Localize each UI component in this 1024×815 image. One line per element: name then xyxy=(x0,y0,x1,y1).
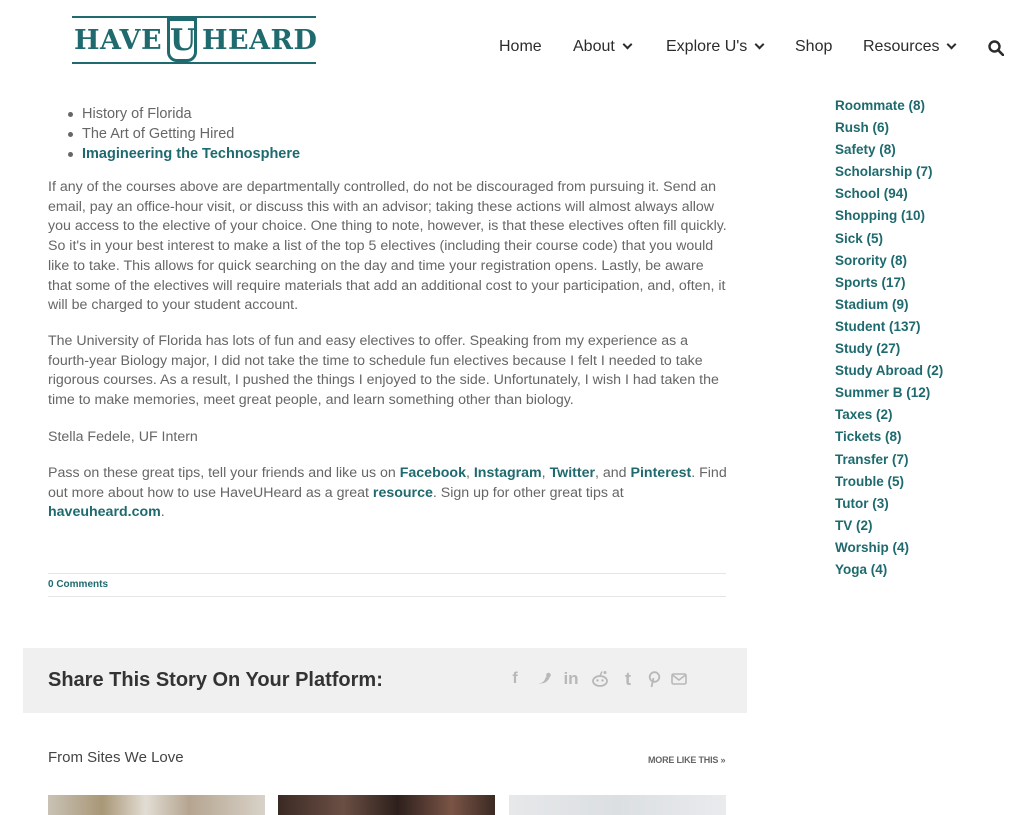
more-like-this-link[interactable]: MORE LIKE THIS » xyxy=(648,755,726,765)
comments-link[interactable]: 0 Comments xyxy=(48,579,108,590)
resource-link[interactable]: resource xyxy=(373,485,433,501)
category-link[interactable]: Worship (4) xyxy=(835,537,943,559)
pinterest-icon[interactable] xyxy=(645,670,663,688)
nav-label: Explore U's xyxy=(666,38,748,55)
category-link[interactable]: Study (27) xyxy=(835,338,943,360)
nav-item-about[interactable]: About xyxy=(573,38,633,56)
chevron-down-icon xyxy=(622,39,633,50)
category-link[interactable]: Taxes (2) xyxy=(835,404,943,426)
site-link[interactable]: haveuheard.com xyxy=(48,504,161,520)
text-span: , xyxy=(541,465,550,481)
list-item-link[interactable]: Imagineering the Technosphere xyxy=(66,144,300,164)
share-title: Share This Story On Your Platform: xyxy=(48,669,383,691)
logo-u-letter: U xyxy=(167,18,197,62)
chevron-down-icon xyxy=(947,39,957,50)
nav-item-resources[interactable]: Resources xyxy=(863,38,957,56)
category-list: Roommate (8) Rush (6) Safety (8) Scholar… xyxy=(835,95,943,581)
article-paragraph: The University of Florida has lots of fu… xyxy=(48,333,719,409)
article-paragraph: If any of the courses above are departme… xyxy=(48,179,727,314)
related-heading: From Sites We Love xyxy=(48,749,184,766)
search-icon[interactable] xyxy=(988,40,1004,56)
text-span: , xyxy=(465,465,474,481)
facebook-link[interactable]: Facebook xyxy=(400,465,466,481)
related-thumbnail[interactable] xyxy=(509,795,726,815)
nav-label: Shop xyxy=(795,38,833,55)
category-link[interactable]: Scholarship (7) xyxy=(835,161,943,183)
article-author: Stella Fedele, UF Intern xyxy=(48,429,198,445)
category-link[interactable]: Stadium (9) xyxy=(835,294,943,316)
category-link[interactable]: Sorority (8) xyxy=(835,250,943,272)
text-span: . Sign up for other great tips at xyxy=(432,484,624,501)
related-thumbnail[interactable] xyxy=(278,795,495,815)
share-box: Share This Story On Your Platform: f in … xyxy=(23,648,747,713)
related-thumbnail[interactable] xyxy=(48,795,265,815)
nav-item-explore-us[interactable]: Explore U's xyxy=(666,38,765,56)
category-link[interactable]: Sick (5) xyxy=(835,228,943,250)
nav-item-shop[interactable]: Shop xyxy=(795,38,832,56)
instagram-link[interactable]: Instagram xyxy=(474,465,542,481)
category-link[interactable]: Yoga (4) xyxy=(835,559,943,581)
text-span: Pass on these great tips, tell your frie… xyxy=(48,465,400,481)
text-span: , and xyxy=(595,465,631,481)
category-link[interactable]: Sports (17) xyxy=(835,272,943,294)
logo-bottom-rule xyxy=(72,62,316,64)
twitter-link[interactable]: Twitter xyxy=(550,465,595,481)
nav-item-home[interactable]: Home xyxy=(499,38,542,56)
nav-label: About xyxy=(573,38,615,55)
comments-bar: 0 Comments xyxy=(48,573,726,597)
category-link[interactable]: TV (2) xyxy=(835,515,943,537)
list-item: The Art of Getting Hired xyxy=(66,124,300,144)
category-link[interactable]: Transfer (7) xyxy=(835,449,943,471)
course-list: History of Florida The Art of Getting Hi… xyxy=(66,104,300,164)
chevron-down-icon xyxy=(754,39,765,50)
list-item: History of Florida xyxy=(66,104,300,124)
category-link[interactable]: Tutor (3) xyxy=(835,493,943,515)
article-paragraph-cta: Pass on these great tips, tell your frie… xyxy=(48,464,730,523)
category-link[interactable]: Tickets (8) xyxy=(835,426,943,448)
category-link[interactable]: Trouble (5) xyxy=(835,471,943,493)
facebook-icon[interactable]: f xyxy=(506,670,524,688)
site-logo[interactable]: HAVE U HEARD xyxy=(72,16,318,64)
nav-label: Home xyxy=(499,38,542,55)
category-link[interactable]: School (94) xyxy=(835,183,943,205)
twitter-icon[interactable] xyxy=(535,670,553,688)
category-link[interactable]: Safety (8) xyxy=(835,139,943,161)
text-span: . xyxy=(160,504,165,521)
category-link[interactable]: Rush (6) xyxy=(835,117,943,139)
category-link[interactable]: Summer B (12) xyxy=(835,382,943,404)
category-link[interactable]: Roommate (8) xyxy=(835,95,943,117)
category-link[interactable]: Student (137) xyxy=(835,316,943,338)
email-icon[interactable] xyxy=(670,670,688,688)
category-link[interactable]: Shopping (10) xyxy=(835,205,943,227)
pinterest-link[interactable]: Pinterest xyxy=(631,465,692,481)
logo-word-have: HAVE xyxy=(74,25,163,56)
reddit-icon[interactable] xyxy=(591,670,609,688)
nav-label: Resources xyxy=(863,38,940,55)
tumblr-icon[interactable]: t xyxy=(619,670,637,688)
category-link[interactable]: Study Abroad (2) xyxy=(835,360,943,382)
linkedin-icon[interactable]: in xyxy=(562,670,580,688)
logo-word-heard: HEARD xyxy=(202,25,318,56)
